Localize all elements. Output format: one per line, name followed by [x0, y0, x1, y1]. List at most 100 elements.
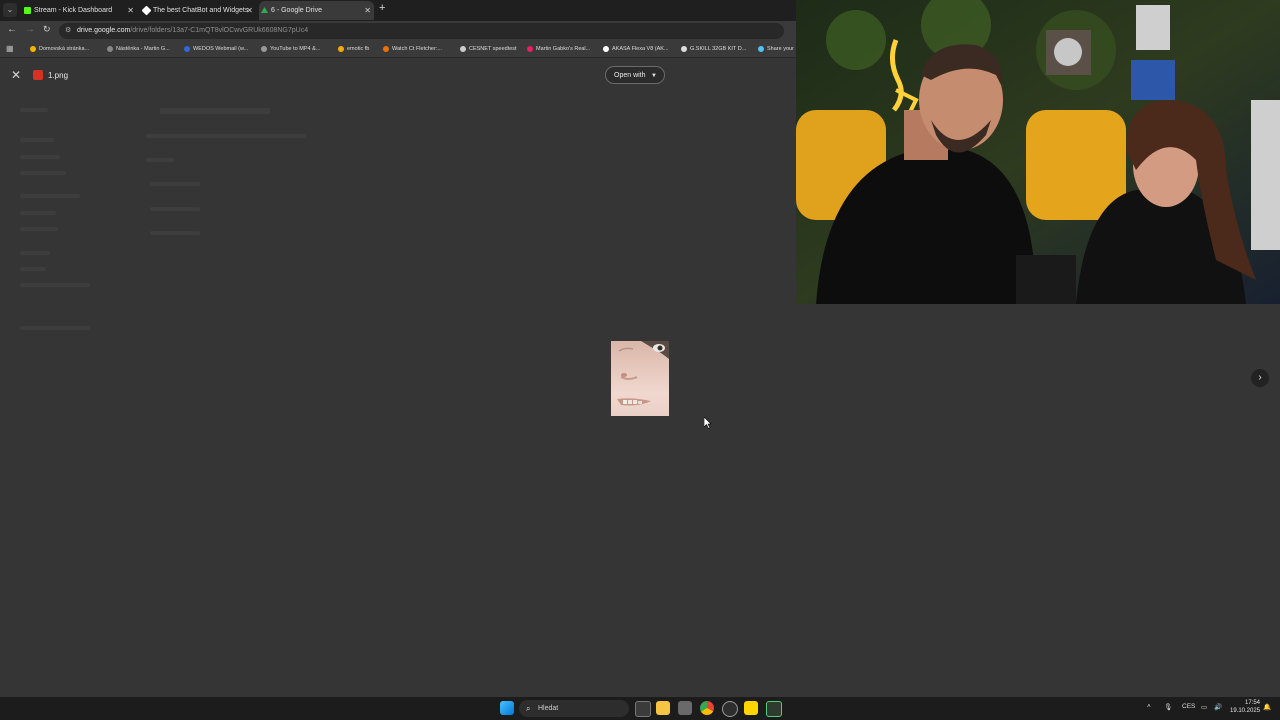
microphone-icon[interactable]: 🎙	[1164, 703, 1172, 711]
ghost-file-row	[150, 231, 200, 235]
bookmark-label: Nástěnka - Martin G...	[116, 46, 170, 52]
bookmark-label: WEDOS Webmail (w...	[193, 46, 249, 52]
back-icon[interactable]: ←	[7, 24, 17, 35]
ghost-nav-item	[20, 194, 80, 198]
open-with-label: Open with	[614, 72, 646, 79]
bookmark-favicon-icon	[527, 46, 533, 52]
tab-google-drive[interactable]: 6 - Google Drive ✕	[259, 1, 374, 20]
previewed-image	[611, 341, 669, 416]
reload-icon[interactable]: ↻	[43, 24, 51, 35]
app-icon[interactable]	[766, 701, 782, 717]
bookmark-item[interactable]: Watch Ct Fletcher:...	[383, 41, 442, 57]
notification-bell-icon[interactable]: 🔔	[1263, 703, 1271, 711]
bookmark-item[interactable]: Martin Gabko's Real...	[527, 41, 590, 57]
site-info-icon[interactable]: ⚙	[65, 23, 71, 39]
drive-favicon-icon	[261, 7, 268, 13]
bookmark-item[interactable]: YouTube to MP4 &...	[261, 41, 320, 57]
tab-kick-dashboard[interactable]: Stream - Kick Dashboard ✕	[22, 1, 137, 20]
bookmark-favicon-icon	[107, 46, 113, 52]
ghost-nav-item	[20, 171, 66, 175]
bookmark-favicon-icon	[338, 46, 344, 52]
tab-search-icon[interactable]: ⌄	[3, 3, 17, 17]
close-tab-icon[interactable]: ✕	[127, 1, 134, 20]
preview-file-name: 1.png	[48, 71, 69, 80]
ghost-column-header	[146, 158, 174, 162]
browser-toolbar: ← → ↻ ⚙ drive.google.com/drive/folders/1…	[0, 21, 796, 41]
windows-taskbar: ⌕ Hledat ˄ 🎙 CES ▭ 🔊 17:54 19.10.2025 🔔	[0, 697, 1280, 720]
system-clock[interactable]: 17:54 19.10.2025	[1230, 699, 1260, 715]
ghost-nav-item	[20, 326, 90, 330]
ghost-nav-item	[20, 267, 46, 271]
bookmark-favicon-icon	[758, 46, 764, 52]
search-placeholder: Hledat	[538, 705, 559, 712]
ghost-folder-title	[160, 108, 270, 114]
bookmark-item[interactable]: Domovská stránka...	[30, 41, 89, 57]
bookmark-favicon-icon	[460, 46, 466, 52]
tab-title: Stream - Kick Dashboard	[34, 7, 113, 14]
new-tab-button[interactable]: +	[379, 2, 385, 14]
taskbar-search-box[interactable]: ⌕ Hledat	[519, 700, 629, 717]
kick-favicon-icon	[24, 7, 31, 14]
bookmark-label: Watch Ct Fletcher:...	[392, 46, 442, 52]
clock-time: 17:54	[1244, 700, 1260, 706]
ghost-nav-item	[20, 227, 58, 231]
mouse-cursor-icon	[704, 417, 712, 429]
sticky-notes-icon[interactable]	[744, 701, 758, 715]
bookmark-item[interactable]: G.SKILL 32GB KIT D...	[681, 41, 746, 57]
windows-start-icon[interactable]	[500, 701, 514, 715]
bookmark-label: CESNET speedtest	[469, 46, 517, 52]
next-file-button[interactable]: ›	[1251, 369, 1269, 387]
bookmark-favicon-icon	[30, 46, 36, 52]
address-bar[interactable]: ⚙ drive.google.com/drive/folders/13a7-C1…	[59, 23, 784, 39]
app-icon[interactable]	[722, 701, 738, 717]
bookmark-favicon-icon	[681, 46, 687, 52]
tab-title: 6 - Google Drive	[271, 7, 322, 14]
ghost-nav-item	[20, 138, 54, 142]
ghost-file-row	[150, 182, 200, 186]
image-file-icon	[33, 70, 43, 80]
ghost-nav-item	[20, 283, 90, 287]
ghost-file-row	[150, 207, 200, 211]
volume-icon[interactable]: 🔊	[1214, 703, 1222, 711]
tab-chatbot[interactable]: The best ChatBot and Widgets ✕	[141, 1, 256, 20]
bookmark-label: emotic fb	[347, 46, 370, 52]
open-with-button[interactable]: Open with ▼	[605, 66, 665, 84]
bookmarks-bar: ▦ Domovská stránka... Nástěnka - Martin …	[0, 41, 796, 58]
tab-title: The best ChatBot and Widgets	[153, 7, 249, 14]
bookmark-label: AKASA Flexa V8 (AK...	[612, 46, 669, 52]
bookmark-label: Domovská stránka...	[39, 46, 90, 52]
bookmark-item[interactable]: emotic fb	[338, 41, 369, 57]
bookmark-item[interactable]: Nástěnka - Martin G...	[107, 41, 170, 57]
bookmark-favicon-icon	[383, 46, 389, 52]
store-icon[interactable]	[678, 701, 692, 715]
webcam-overlay	[796, 0, 1280, 304]
bookmark-favicon-icon	[184, 46, 190, 52]
file-explorer-icon[interactable]	[656, 701, 670, 715]
url-path: /drive/folders/13a7-C1mQT8vlOCwvGRUk6608…	[130, 27, 309, 34]
bookmark-favicon-icon	[261, 46, 267, 52]
apps-grid-icon[interactable]: ▦	[6, 45, 14, 53]
chrome-icon[interactable]	[700, 701, 714, 715]
webcam-scene-graphic	[796, 0, 1280, 304]
search-icon: ⌕	[526, 704, 531, 713]
close-tab-icon[interactable]: ✕	[364, 1, 371, 20]
ghost-nav-item	[20, 155, 60, 159]
language-indicator[interactable]: CES	[1182, 703, 1195, 710]
bookmark-label: YouTube to MP4 &...	[270, 46, 321, 52]
ghost-new-button	[20, 108, 48, 112]
chevron-up-icon[interactable]: ˄	[1147, 703, 1151, 710]
ghost-nav-item	[20, 251, 50, 255]
bookmark-favicon-icon	[603, 46, 609, 52]
bookmark-label: Share your	[767, 46, 794, 52]
bookmark-label: G.SKILL 32GB KIT D...	[690, 46, 747, 52]
close-tab-icon[interactable]: ✕	[246, 1, 253, 20]
bookmark-item[interactable]: AKASA Flexa V8 (AK...	[603, 41, 669, 57]
forward-icon[interactable]: →	[25, 24, 35, 35]
task-view-icon[interactable]	[635, 701, 651, 717]
preview-header: ✕ 1.png Open with ▼	[0, 58, 796, 94]
bookmark-item[interactable]: WEDOS Webmail (w...	[184, 41, 248, 57]
close-preview-icon[interactable]: ✕	[11, 69, 21, 81]
network-icon[interactable]: ▭	[1201, 703, 1207, 711]
bookmark-item[interactable]: CESNET speedtest	[460, 41, 517, 57]
bookmark-item[interactable]: Share your	[758, 41, 794, 57]
